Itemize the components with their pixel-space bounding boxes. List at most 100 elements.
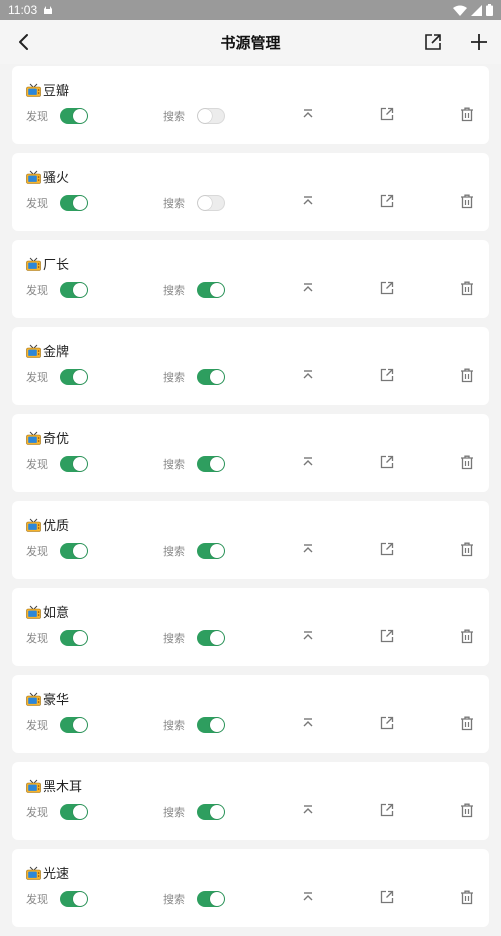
search-label: 搜索: [163, 632, 185, 645]
search-toggle[interactable]: [197, 717, 225, 733]
discover-toggle[interactable]: [60, 282, 88, 298]
app-bar: 书源管理: [0, 20, 501, 64]
discover-toggle[interactable]: [60, 630, 88, 646]
delete-icon[interactable]: [460, 281, 474, 296]
search-toggle[interactable]: [197, 195, 225, 211]
move-to-top-icon[interactable]: [302, 717, 314, 729]
source-card[interactable]: 豪华 发现 搜索: [12, 675, 489, 753]
share-icon[interactable]: [380, 281, 394, 295]
move-to-top-icon[interactable]: [302, 108, 314, 120]
discover-label: 发现: [26, 284, 48, 297]
source-card[interactable]: 骚火 发现 搜索: [12, 153, 489, 231]
search-label: 搜索: [163, 371, 185, 384]
search-label: 搜索: [163, 110, 185, 123]
source-card[interactable]: 奇优 发现 搜索: [12, 414, 489, 492]
delete-icon[interactable]: [460, 716, 474, 731]
share-icon: [425, 34, 441, 50]
signal-icon: [471, 4, 482, 16]
share-icon[interactable]: [380, 368, 394, 382]
battery-icon: [486, 4, 493, 16]
add-source-button[interactable]: [467, 30, 491, 54]
share-icon[interactable]: [380, 890, 394, 904]
import-share-button[interactable]: [421, 30, 445, 54]
tv-icon: [26, 605, 41, 619]
search-toggle[interactable]: [197, 891, 225, 907]
search-label: 搜索: [163, 719, 185, 732]
share-icon[interactable]: [380, 542, 394, 556]
move-to-top-icon[interactable]: [302, 456, 314, 468]
source-card[interactable]: 金牌 发现 搜索: [12, 327, 489, 405]
delete-icon[interactable]: [460, 803, 474, 818]
search-toggle[interactable]: [197, 282, 225, 298]
search-label: 搜索: [163, 806, 185, 819]
wifi-icon: [453, 5, 467, 16]
search-toggle[interactable]: [197, 108, 225, 124]
search-label: 搜索: [163, 458, 185, 471]
discover-label: 发现: [26, 719, 48, 732]
source-name: 骚火: [43, 171, 70, 186]
delete-icon[interactable]: [460, 629, 474, 644]
tv-icon: [26, 779, 41, 793]
discover-label: 发现: [26, 371, 48, 384]
discover-toggle[interactable]: [60, 717, 88, 733]
discover-toggle[interactable]: [60, 543, 88, 559]
status-bar: 11:03: [0, 0, 501, 20]
source-name: 金牌: [43, 345, 70, 360]
share-icon[interactable]: [380, 629, 394, 643]
discover-toggle[interactable]: [60, 804, 88, 820]
share-icon[interactable]: [380, 455, 394, 469]
source-name: 豪华: [43, 693, 70, 708]
discover-toggle[interactable]: [60, 195, 88, 211]
move-to-top-icon[interactable]: [302, 543, 314, 555]
search-toggle[interactable]: [197, 630, 225, 646]
search-label: 搜索: [163, 893, 185, 906]
delete-icon[interactable]: [460, 542, 474, 557]
status-time: 11:03: [8, 3, 38, 17]
discover-label: 发现: [26, 197, 48, 210]
source-card[interactable]: 如意 发现 搜索: [12, 588, 489, 666]
source-name: 奇优: [43, 432, 70, 447]
move-to-top-icon[interactable]: [302, 630, 314, 642]
move-to-top-icon[interactable]: [302, 804, 314, 816]
search-toggle[interactable]: [197, 456, 225, 472]
move-to-top-icon[interactable]: [302, 282, 314, 294]
search-toggle[interactable]: [197, 804, 225, 820]
share-icon[interactable]: [380, 194, 394, 208]
share-icon[interactable]: [380, 107, 394, 121]
share-icon[interactable]: [380, 803, 394, 817]
move-to-top-icon[interactable]: [302, 195, 314, 207]
tv-icon: [26, 170, 41, 184]
source-card[interactable]: 黑木耳 发现 搜索: [12, 762, 489, 840]
notification-icon: [44, 6, 53, 14]
search-label: 搜索: [163, 197, 185, 210]
delete-icon[interactable]: [460, 368, 474, 383]
discover-toggle[interactable]: [60, 108, 88, 124]
delete-icon[interactable]: [460, 107, 474, 122]
source-name: 如意: [43, 606, 70, 621]
back-button[interactable]: [12, 30, 36, 54]
chevron-left-icon: [19, 34, 28, 50]
discover-toggle[interactable]: [60, 891, 88, 907]
discover-toggle[interactable]: [60, 456, 88, 472]
discover-label: 发现: [26, 893, 48, 906]
discover-label: 发现: [26, 545, 48, 558]
source-card[interactable]: 厂长 发现 搜索: [12, 240, 489, 318]
delete-icon[interactable]: [460, 194, 474, 209]
delete-icon[interactable]: [460, 890, 474, 905]
delete-icon[interactable]: [460, 455, 474, 470]
search-toggle[interactable]: [197, 369, 225, 385]
source-name: 黑木耳: [43, 780, 83, 795]
share-icon[interactable]: [380, 716, 394, 730]
search-label: 搜索: [163, 545, 185, 558]
discover-label: 发现: [26, 110, 48, 123]
search-toggle[interactable]: [197, 543, 225, 559]
tv-icon: [26, 83, 41, 97]
move-to-top-icon[interactable]: [302, 369, 314, 381]
discover-label: 发现: [26, 458, 48, 471]
source-card[interactable]: 豆瓣 发现 搜索: [12, 66, 489, 144]
discover-toggle[interactable]: [60, 369, 88, 385]
move-to-top-icon[interactable]: [302, 891, 314, 903]
source-card[interactable]: 优质 发现 搜索: [12, 501, 489, 579]
discover-label: 发现: [26, 806, 48, 819]
source-card[interactable]: 光速 发现 搜索: [12, 849, 489, 927]
